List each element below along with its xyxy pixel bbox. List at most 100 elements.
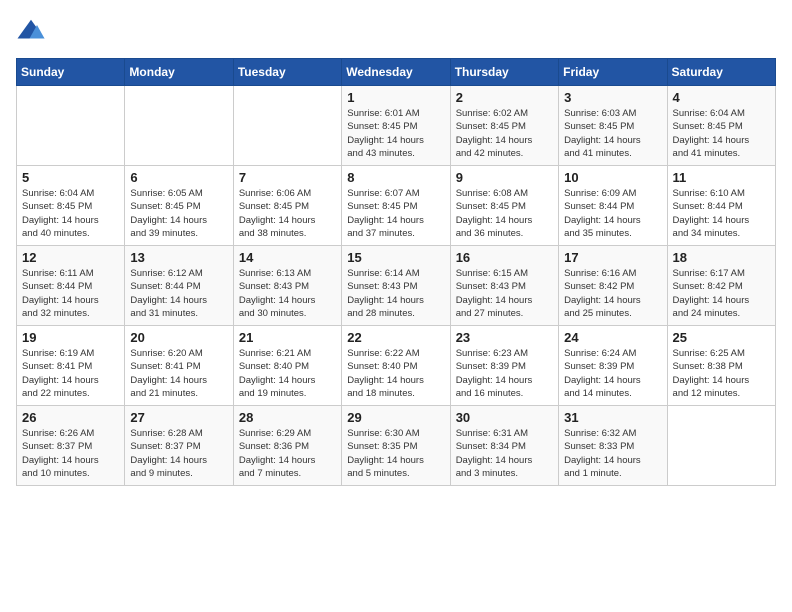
day-number: 27 [130,410,227,425]
calendar-cell: 26 Sunrise: 6:26 AM Sunset: 8:37 PM Dayli… [17,406,125,486]
day-number: 11 [673,170,770,185]
calendar-cell [667,406,775,486]
day-info: Sunrise: 6:17 AM Sunset: 8:42 PM Dayligh… [673,267,770,320]
day-number: 3 [564,90,661,105]
calendar-cell: 4 Sunrise: 6:04 AM Sunset: 8:45 PM Daylig… [667,86,775,166]
day-number: 7 [239,170,336,185]
day-number: 28 [239,410,336,425]
day-info: Sunrise: 6:28 AM Sunset: 8:37 PM Dayligh… [130,427,227,480]
day-info: Sunrise: 6:12 AM Sunset: 8:44 PM Dayligh… [130,267,227,320]
calendar-cell: 17 Sunrise: 6:16 AM Sunset: 8:42 PM Dayli… [559,246,667,326]
calendar-week-2: 12Sunrise: 6:11 AM Sunset: 8:44 PM Dayli… [17,246,776,326]
calendar-cell: 10Sunrise: 6:09 AM Sunset: 8:44 PM Dayli… [559,166,667,246]
header-sunday: Sunday [17,59,125,86]
calendar-cell: 13 Sunrise: 6:12 AM Sunset: 8:44 PM Dayli… [125,246,233,326]
calendar-cell: 8 Sunrise: 6:07 AM Sunset: 8:45 PM Daylig… [342,166,450,246]
calendar-week-1: 5 Sunrise: 6:04 AM Sunset: 8:45 PM Daylig… [17,166,776,246]
day-number: 10 [564,170,661,185]
calendar-cell: 5 Sunrise: 6:04 AM Sunset: 8:45 PM Daylig… [17,166,125,246]
day-number: 15 [347,250,444,265]
logo-icon [16,16,46,46]
header-tuesday: Tuesday [233,59,341,86]
day-info: Sunrise: 6:23 AM Sunset: 8:39 PM Dayligh… [456,347,553,400]
day-info: Sunrise: 6:08 AM Sunset: 8:45 PM Dayligh… [456,187,553,240]
day-info: Sunrise: 6:06 AM Sunset: 8:45 PM Dayligh… [239,187,336,240]
day-info: Sunrise: 6:04 AM Sunset: 8:45 PM Dayligh… [22,187,119,240]
day-info: Sunrise: 6:29 AM Sunset: 8:36 PM Dayligh… [239,427,336,480]
day-number: 13 [130,250,227,265]
calendar-cell: 9Sunrise: 6:08 AM Sunset: 8:45 PM Daylig… [450,166,558,246]
day-number: 22 [347,330,444,345]
day-info: Sunrise: 6:26 AM Sunset: 8:37 PM Dayligh… [22,427,119,480]
calendar-cell: 3 Sunrise: 6:03 AM Sunset: 8:45 PM Daylig… [559,86,667,166]
page-container: SundayMondayTuesdayWednesdayThursdayFrid… [0,0,792,496]
day-number: 25 [673,330,770,345]
calendar-week-3: 19Sunrise: 6:19 AM Sunset: 8:41 PM Dayli… [17,326,776,406]
day-number: 30 [456,410,553,425]
day-number: 1 [347,90,444,105]
calendar-table: SundayMondayTuesdayWednesdayThursdayFrid… [16,58,776,486]
day-number: 26 [22,410,119,425]
day-info: Sunrise: 6:07 AM Sunset: 8:45 PM Dayligh… [347,187,444,240]
calendar-week-0: 1Sunrise: 6:01 AM Sunset: 8:45 PM Daylig… [17,86,776,166]
calendar-cell: 12Sunrise: 6:11 AM Sunset: 8:44 PM Dayli… [17,246,125,326]
day-number: 4 [673,90,770,105]
day-info: Sunrise: 6:22 AM Sunset: 8:40 PM Dayligh… [347,347,444,400]
calendar-cell: 14 Sunrise: 6:13 AM Sunset: 8:43 PM Dayli… [233,246,341,326]
logo [16,16,50,46]
day-number: 17 [564,250,661,265]
day-info: Sunrise: 6:25 AM Sunset: 8:38 PM Dayligh… [673,347,770,400]
header-friday: Friday [559,59,667,86]
day-info: Sunrise: 6:19 AM Sunset: 8:41 PM Dayligh… [22,347,119,400]
day-info: Sunrise: 6:13 AM Sunset: 8:43 PM Dayligh… [239,267,336,320]
day-number: 20 [130,330,227,345]
day-number: 21 [239,330,336,345]
calendar-cell: 25 Sunrise: 6:25 AM Sunset: 8:38 PM Dayli… [667,326,775,406]
header-thursday: Thursday [450,59,558,86]
calendar-week-4: 26 Sunrise: 6:26 AM Sunset: 8:37 PM Dayli… [17,406,776,486]
day-number: 16 [456,250,553,265]
day-number: 5 [22,170,119,185]
day-info: Sunrise: 6:03 AM Sunset: 8:45 PM Dayligh… [564,107,661,160]
day-number: 18 [673,250,770,265]
header-wednesday: Wednesday [342,59,450,86]
day-info: Sunrise: 6:32 AM Sunset: 8:33 PM Dayligh… [564,427,661,480]
calendar-cell: 23Sunrise: 6:23 AM Sunset: 8:39 PM Dayli… [450,326,558,406]
calendar-cell: 18 Sunrise: 6:17 AM Sunset: 8:42 PM Dayli… [667,246,775,326]
day-info: Sunrise: 6:30 AM Sunset: 8:35 PM Dayligh… [347,427,444,480]
day-info: Sunrise: 6:16 AM Sunset: 8:42 PM Dayligh… [564,267,661,320]
day-info: Sunrise: 6:05 AM Sunset: 8:45 PM Dayligh… [130,187,227,240]
calendar-cell: 30 Sunrise: 6:31 AM Sunset: 8:34 PM Dayli… [450,406,558,486]
day-number: 6 [130,170,227,185]
calendar-cell [233,86,341,166]
day-info: Sunrise: 6:02 AM Sunset: 8:45 PM Dayligh… [456,107,553,160]
calendar-cell: 22 Sunrise: 6:22 AM Sunset: 8:40 PM Dayli… [342,326,450,406]
page-header [16,16,776,46]
day-info: Sunrise: 6:31 AM Sunset: 8:34 PM Dayligh… [456,427,553,480]
calendar-cell: 21 Sunrise: 6:21 AM Sunset: 8:40 PM Dayli… [233,326,341,406]
calendar-cell: 28 Sunrise: 6:29 AM Sunset: 8:36 PM Dayli… [233,406,341,486]
day-info: Sunrise: 6:11 AM Sunset: 8:44 PM Dayligh… [22,267,119,320]
calendar-cell: 15Sunrise: 6:14 AM Sunset: 8:43 PM Dayli… [342,246,450,326]
calendar-cell: 7 Sunrise: 6:06 AM Sunset: 8:45 PM Daylig… [233,166,341,246]
header-saturday: Saturday [667,59,775,86]
calendar-cell: 2 Sunrise: 6:02 AM Sunset: 8:45 PM Daylig… [450,86,558,166]
calendar-cell: 16 Sunrise: 6:15 AM Sunset: 8:43 PM Dayli… [450,246,558,326]
day-number: 8 [347,170,444,185]
day-number: 14 [239,250,336,265]
calendar-cell [17,86,125,166]
day-info: Sunrise: 6:04 AM Sunset: 8:45 PM Dayligh… [673,107,770,160]
day-info: Sunrise: 6:21 AM Sunset: 8:40 PM Dayligh… [239,347,336,400]
day-number: 2 [456,90,553,105]
day-info: Sunrise: 6:15 AM Sunset: 8:43 PM Dayligh… [456,267,553,320]
calendar-cell: 31 Sunrise: 6:32 AM Sunset: 8:33 PM Dayli… [559,406,667,486]
day-info: Sunrise: 6:20 AM Sunset: 8:41 PM Dayligh… [130,347,227,400]
calendar-cell: 11 Sunrise: 6:10 AM Sunset: 8:44 PM Dayli… [667,166,775,246]
day-info: Sunrise: 6:24 AM Sunset: 8:39 PM Dayligh… [564,347,661,400]
calendar-header-row: SundayMondayTuesdayWednesdayThursdayFrid… [17,59,776,86]
calendar-cell: 24Sunrise: 6:24 AM Sunset: 8:39 PM Dayli… [559,326,667,406]
day-number: 29 [347,410,444,425]
day-info: Sunrise: 6:10 AM Sunset: 8:44 PM Dayligh… [673,187,770,240]
day-number: 31 [564,410,661,425]
calendar-cell: 6 Sunrise: 6:05 AM Sunset: 8:45 PM Daylig… [125,166,233,246]
